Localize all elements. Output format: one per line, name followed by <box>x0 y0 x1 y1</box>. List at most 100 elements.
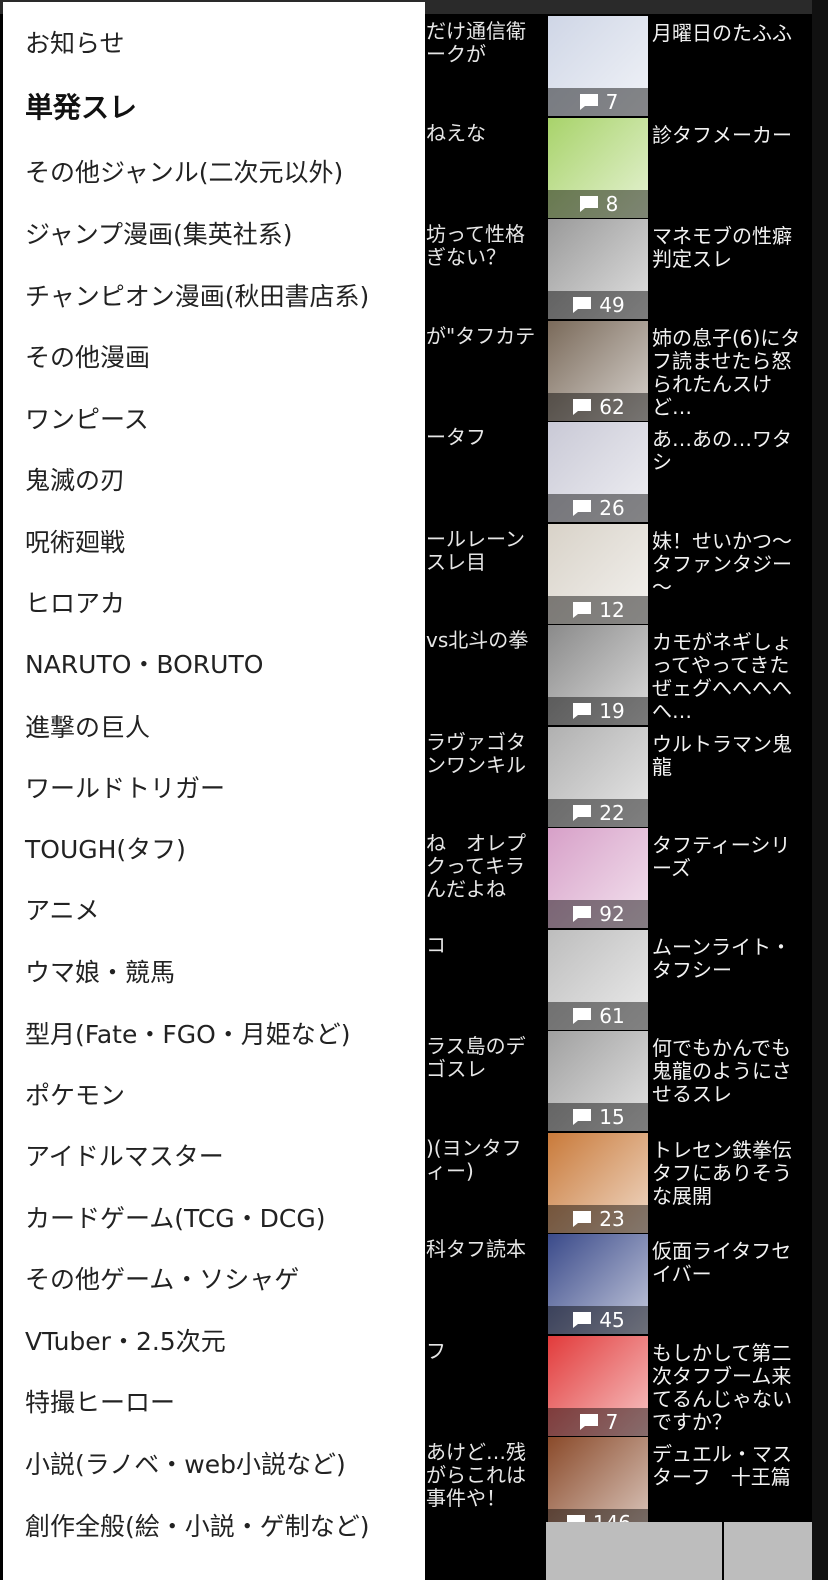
thread-thumbnail[interactable]: 45 <box>548 1234 648 1334</box>
thread-title: 月曜日のたふふ <box>652 21 792 45</box>
comment-count: 7 <box>605 1409 619 1434</box>
category-item[interactable]: ワールドトリガー <box>25 774 225 804</box>
thread-thumbnail[interactable]: 26 <box>548 422 648 522</box>
category-item[interactable]: ヒロアカ <box>25 589 125 619</box>
thread-title: トレセン鉄拳伝 タフにありそうな展開 <box>652 1137 812 1208</box>
category-item[interactable]: ポケモン <box>25 1081 125 1111</box>
thread-preview-text: だけ通信衛 ークが <box>426 19 526 66</box>
comment-count-badge: 12 <box>548 595 648 624</box>
thread-row[interactable]: だけ通信衛 ークが 7 月曜日のたふふ <box>426 16 812 118</box>
comment-count: 22 <box>599 800 625 825</box>
comment-count-badge: 22 <box>548 798 648 827</box>
comment-count-badge: 26 <box>548 494 648 522</box>
thread-preview-text: ねえな <box>426 120 486 145</box>
category-item[interactable]: 呪術廻戦 <box>25 528 125 558</box>
thread-thumbnail[interactable]: 15 <box>548 1031 648 1131</box>
thread-title: 姉の息子(6)にタフ読ませたら怒られたんスけど… <box>652 325 801 419</box>
thread-title: 仮面ライタフセイバー <box>652 1239 792 1286</box>
comment-count: 62 <box>599 394 625 419</box>
thread-preview-text: 科タフ読本 <box>426 1237 526 1261</box>
thread-row[interactable]: 科タフ読本 45 仮面ライタフセイバー <box>426 1234 812 1336</box>
category-item[interactable]: 鬼滅の刃 <box>25 466 125 496</box>
category-item[interactable]: ウマ娘・競馬 <box>25 958 175 988</box>
category-item[interactable]: チャンピオン漫画(秋田書店系) <box>25 282 369 312</box>
thread-title: タフティーシリーズ <box>652 833 791 880</box>
category-item[interactable]: 進撃の巨人 <box>25 713 150 743</box>
thread-row[interactable]: ね オレプ クってキラ んだよね 92 タフティーシリーズ <box>426 828 812 930</box>
comment-count-badge: 45 <box>548 1306 648 1334</box>
comment-count: 92 <box>599 902 625 926</box>
thread-row[interactable]: ねえな 8 診タフメーカー <box>426 117 812 220</box>
thread-thumbnail[interactable]: 7 <box>548 16 648 116</box>
comment-count-badge: 92 <box>548 900 648 928</box>
thread-preview-text: ールレーン スレ目 <box>426 526 525 574</box>
category-item[interactable]: NARUTO・BORUTO <box>25 650 263 680</box>
thread-thumbnail[interactable]: 12 <box>548 523 648 624</box>
comment-icon <box>573 804 592 821</box>
comment-count: 45 <box>599 1308 625 1332</box>
thread-row[interactable]: が"タフカテ 62 姉の息子(6)にタフ読ませたら怒られたんスけど… <box>426 320 812 423</box>
comment-count: 49 <box>599 293 625 317</box>
category-item[interactable]: その他ゲーム・ソシャゲ <box>25 1265 299 1295</box>
category-item[interactable]: アイドルマスター <box>25 1142 224 1172</box>
comment-icon <box>573 398 592 415</box>
category-item[interactable]: その他漫画 <box>25 343 150 373</box>
thread-title: ウルトラマン鬼龍 <box>652 731 792 779</box>
category-item[interactable]: TOUGH(タフ) <box>25 835 186 865</box>
thread-thumbnail[interactable]: 8 <box>548 117 648 218</box>
thread-row[interactable]: コ 61 ムーンライト・タフシー <box>426 929 812 1032</box>
right-edge <box>812 0 828 1580</box>
category-item[interactable]: 型月(Fate・FGO・月姫など) <box>25 1020 351 1050</box>
thread-preview-text: vs北斗の拳 <box>426 628 529 652</box>
thread-row[interactable]: 坊って性格 ぎない？ 49 マネモブの性癖判定スレ <box>426 219 812 321</box>
thread-thumbnail[interactable]: 49 <box>548 219 648 319</box>
comment-icon <box>573 1007 592 1024</box>
comment-count-badge: 7 <box>548 88 648 116</box>
comment-count-badge: 19 <box>548 697 648 725</box>
comment-icon <box>573 601 592 618</box>
comment-icon <box>573 500 592 516</box>
category-item[interactable]: アニメ <box>25 896 100 926</box>
category-item[interactable]: 創作全般(絵・小説・ゲ制など) <box>25 1512 370 1542</box>
compose-button[interactable] <box>724 1522 812 1580</box>
thread-thumbnail[interactable]: 7 <box>548 1335 648 1436</box>
category-item[interactable]: 単発スレ <box>25 93 137 123</box>
thread-thumbnail[interactable]: 22 <box>548 726 648 827</box>
comment-icon <box>579 195 598 212</box>
thread-row[interactable]: ラヴァゴタ ンワンキル 22 ウルトラマン鬼龍 <box>426 726 812 829</box>
thread-preview-text: ね オレプ クってキラ んだよね <box>426 831 526 901</box>
thread-title: カモがネギしょってやってきたぜェグへへへへへ… <box>652 630 792 723</box>
thread-row[interactable]: )(ヨンタフ ィー) 23 トレセン鉄拳伝 タフにありそうな展開 <box>426 1132 812 1235</box>
comment-count: 8 <box>605 191 619 216</box>
thread-row[interactable]: ラス島のデ ゴスレ 15 何でもかんでも鬼龍のようにさせるスレ <box>426 1031 812 1133</box>
comment-count-badge: 15 <box>548 1103 648 1131</box>
thread-thumbnail[interactable]: 92 <box>548 828 648 928</box>
thread-row[interactable]: ールレーン スレ目 12 妹！せいかつ～タファンタジー～ <box>426 523 812 626</box>
category-item[interactable]: ジャンプ漫画(集英社系) <box>25 220 293 250</box>
thread-thumbnail[interactable]: 19 <box>548 625 648 725</box>
thread-title: 妹！せいかつ～タファンタジー～ <box>652 528 792 599</box>
thread-title: ムーンライト・タフシー <box>652 934 791 982</box>
thread-title: デュエル・マスターフ 十王篇 <box>652 1442 792 1489</box>
thread-row[interactable]: フ 7 もしかして第二次タフブーム来てるんじゃないですか？ <box>426 1335 812 1438</box>
category-item[interactable]: その他ジャンル(二次元以外) <box>25 158 343 188</box>
category-drawer: お知らせ単発スレその他ジャンル(二次元以外) ジャンプ漫画(集英社系) チャンピオン… <box>3 2 425 1580</box>
category-item[interactable]: VTuber・2.5次元 <box>25 1327 226 1357</box>
refresh-button[interactable] <box>634 1522 722 1580</box>
thread-thumbnail[interactable]: 62 <box>548 320 648 421</box>
comment-count-badge: 8 <box>548 189 648 218</box>
category-item[interactable]: お知らせ <box>25 29 125 59</box>
thread-thumbnail[interactable]: 61 <box>548 929 648 1030</box>
home-button[interactable] <box>546 1522 634 1580</box>
comment-count-badge: 61 <box>548 1001 648 1030</box>
thread-preview-text: が"タフカテ <box>426 323 536 348</box>
thread-row[interactable]: ータフ 26 あ…あの…ワタシ <box>426 422 812 524</box>
thread-thumbnail[interactable]: 23 <box>548 1132 648 1233</box>
thread-row[interactable]: vs北斗の拳 19 カモがネギしょってやってきたぜェグへへへへへ… <box>426 625 812 727</box>
thread-preview-text: フ <box>426 1338 446 1363</box>
category-item[interactable]: 小説(ラノベ・web小説など) <box>25 1450 346 1480</box>
category-item[interactable]: ワンピース <box>25 405 149 435</box>
category-item[interactable]: 特撮ヒーロー <box>25 1388 175 1418</box>
category-item[interactable]: カードゲーム(TCG・DCG) <box>25 1204 325 1234</box>
thread-title: 診タフメーカー <box>652 122 792 147</box>
